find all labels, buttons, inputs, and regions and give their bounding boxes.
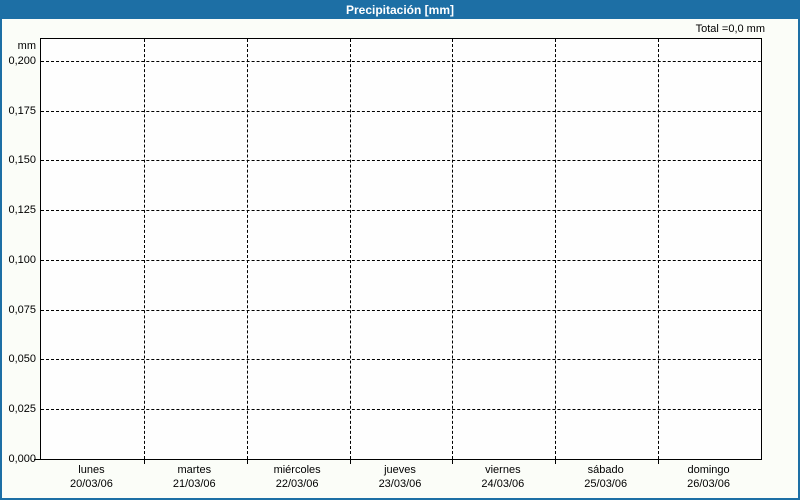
day-date: 22/03/06 [275,478,319,490]
day-name: viernes [485,464,521,476]
chart-window: Precipitación [mm] Total =0,0 mm mm 0,00… [0,0,800,500]
day-label: jueves 23/03/06 [349,463,452,491]
y-axis-unit-label: mm [17,40,36,52]
day-date: 21/03/06 [172,478,216,490]
v-gridline [246,39,248,459]
y-tick-label: 0,125 [8,204,36,217]
day-date: 25/03/06 [584,478,628,490]
h-gridline [41,359,761,361]
y-tick-label: 0,050 [8,353,36,366]
day-label: sábado 25/03/06 [554,463,657,491]
y-tick-label: 0,175 [8,104,36,117]
day-date: 23/03/06 [378,478,422,490]
v-gridline [143,39,145,459]
total-annotation: Total =0,0 mm [695,23,765,35]
plot-area [40,38,762,460]
day-name: sábado [587,464,624,476]
day-label: lunes 20/03/06 [40,463,143,491]
y-tick-label: 0,150 [8,154,36,167]
y-axis-zero-tick [34,459,40,460]
h-gridline [41,160,761,162]
v-gridline [555,39,557,459]
chart-title: Precipitación [mm] [345,2,455,17]
day-name: miércoles [273,464,321,476]
day-name: jueves [384,464,416,476]
day-date: 20/03/06 [70,478,113,490]
v-gridline [349,39,351,459]
v-gridline [452,39,454,459]
h-gridline [41,210,761,212]
day-name: lunes [78,464,105,476]
day-label: viernes 24/03/06 [451,463,554,491]
y-tick-label: 0,025 [8,403,36,416]
h-gridline [41,259,761,261]
h-gridline [41,409,761,411]
y-tick-label: 0,075 [8,303,36,316]
day-label: martes 21/03/06 [143,463,246,491]
v-gridline [658,39,660,459]
y-tick-label: 0,200 [8,54,36,67]
h-gridline [41,60,761,62]
h-gridline [41,110,761,112]
day-label: miércoles 22/03/06 [246,463,349,491]
y-tick-label: 0,100 [8,253,36,266]
day-name: martes [177,464,212,476]
day-date: 26/03/06 [687,478,730,490]
y-tick-label: 0,000 [8,453,36,465]
day-date: 24/03/06 [481,478,525,490]
day-label: domingo 26/03/06 [657,463,760,491]
day-name: domingo [687,464,730,476]
h-gridline [41,309,761,311]
title-bar: Precipitación [mm] [0,0,800,19]
